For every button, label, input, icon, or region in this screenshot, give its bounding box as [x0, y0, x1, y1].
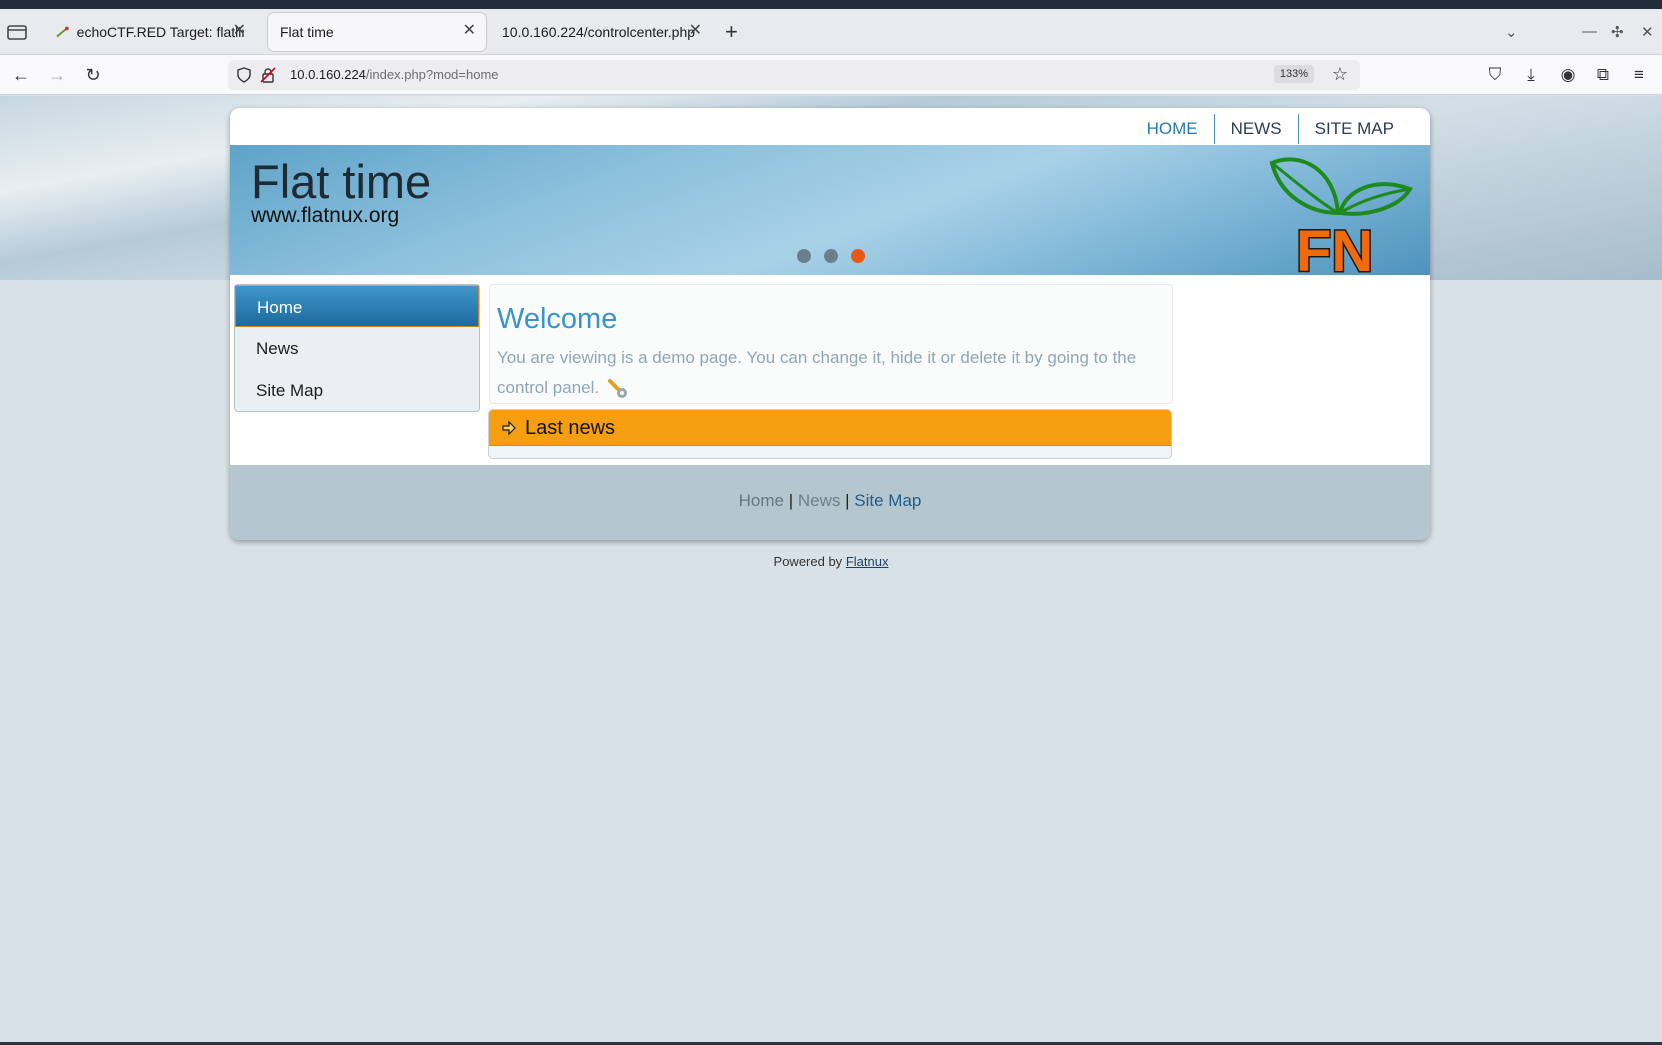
- last-news-header: Last news: [489, 410, 1171, 446]
- sidebar-menu: Home News Site Map: [234, 284, 480, 412]
- last-news-box: Last news: [488, 409, 1172, 459]
- os-top-bar: [0, 0, 1662, 9]
- url-host: 10.0.160.224: [290, 67, 366, 82]
- flatnux-link[interactable]: Flatnux: [846, 554, 889, 569]
- footer-links: Home | News | Site Map: [230, 465, 1430, 511]
- slider-dots: [797, 249, 865, 263]
- footer-link-site-map[interactable]: Site Map: [854, 491, 921, 510]
- pocket-icon[interactable]: ⛉: [1484, 64, 1506, 86]
- sidebar-item-news[interactable]: News: [235, 327, 479, 369]
- maximize-icon[interactable]: ✣: [1611, 23, 1624, 41]
- list-all-tabs-icon[interactable]: ⌄: [1505, 23, 1518, 41]
- top-nav-site-map[interactable]: SITE MAP: [1297, 114, 1410, 144]
- top-nav-home[interactable]: HOME: [1131, 114, 1214, 144]
- slider-dot[interactable]: [824, 249, 838, 263]
- tab-controlcenter[interactable]: 10.0.160.224/controlcenter.php ✕: [490, 13, 712, 51]
- zoom-level-badge[interactable]: 133%: [1273, 65, 1314, 83]
- new-tab-icon[interactable]: +: [725, 21, 738, 43]
- menu-icon[interactable]: ≡: [1628, 64, 1650, 86]
- footer-separator: |: [788, 491, 798, 510]
- powered-by-label: Powered by: [773, 554, 843, 569]
- site-footer: Home | News | Site Map: [230, 465, 1430, 540]
- flatnux-logo-icon: FN: [1269, 157, 1413, 273]
- extensions-icon[interactable]: ⧉: [1592, 64, 1614, 86]
- web-page: HOME NEWS SITE MAP Flat time www.flatnux…: [0, 96, 1662, 1045]
- close-tab-icon[interactable]: ✕: [233, 23, 246, 39]
- forward-icon[interactable]: →: [46, 64, 68, 86]
- reload-icon[interactable]: ↻: [82, 64, 104, 86]
- last-news-title: Last news: [525, 417, 616, 439]
- url-text: 10.0.160.224/index.php?mod=home: [290, 67, 499, 82]
- sidebar-item-site-map[interactable]: Site Map: [235, 369, 479, 411]
- echoctf-favicon-icon: [56, 26, 69, 38]
- footer-link-news[interactable]: News: [798, 491, 841, 510]
- site-title: Flat time: [251, 155, 432, 208]
- site-subtitle: www.flatnux.org: [251, 204, 400, 227]
- downloads-icon[interactable]: ⤓: [1520, 64, 1542, 86]
- insecure-lock-icon[interactable]: [260, 67, 276, 83]
- slider-dot-active[interactable]: [851, 249, 865, 263]
- sidebar-item-home[interactable]: Home: [235, 285, 479, 327]
- tab-flat-time[interactable]: Flat time ✕: [268, 13, 486, 51]
- firefox-view-icon[interactable]: [6, 22, 28, 42]
- close-tab-icon[interactable]: ✕: [689, 23, 702, 39]
- account-icon[interactable]: ◉: [1557, 64, 1579, 86]
- tab-title: 10.0.160.224/controlcenter.php: [502, 24, 696, 40]
- welcome-text: You are viewing is a demo page. You can …: [497, 348, 1137, 397]
- welcome-box: Welcome You are viewing is a demo page. …: [489, 284, 1173, 404]
- tab-echoctf[interactable]: echoCTF.RED Target: flatliner ✕: [44, 13, 256, 51]
- logo-text: FN: [1296, 219, 1373, 273]
- top-nav-news[interactable]: NEWS: [1213, 114, 1298, 144]
- top-navigation: HOME NEWS SITE MAP: [1131, 114, 1410, 144]
- footer-link-home[interactable]: Home: [739, 491, 784, 510]
- browser-tab-bar: echoCTF.RED Target: flatliner ✕ Flat tim…: [0, 9, 1662, 55]
- minimize-icon[interactable]: —: [1582, 23, 1597, 40]
- site-container: HOME NEWS SITE MAP Flat time www.flatnux…: [230, 108, 1430, 540]
- tracking-shield-icon[interactable]: [236, 67, 252, 83]
- url-bar[interactable]: 10.0.160.224/index.php?mod=home 133% ☆: [228, 60, 1360, 90]
- browser-nav-bar: ← → ↻ 10.0.160.224/index.php?mod=home 13…: [0, 55, 1662, 95]
- footer-separator: |: [845, 491, 855, 510]
- bookmark-star-icon[interactable]: ☆: [1332, 64, 1348, 85]
- back-icon[interactable]: ←: [10, 64, 32, 86]
- welcome-heading: Welcome: [497, 303, 618, 335]
- powered-by: Powered by Flatnux: [0, 554, 1662, 569]
- close-window-icon[interactable]: ✕: [1641, 23, 1654, 41]
- slider-dot[interactable]: [797, 249, 811, 263]
- wrench-icon[interactable]: [606, 378, 630, 400]
- tab-title: echoCTF.RED Target: flatliner: [76, 24, 244, 40]
- site-header-banner: Flat time www.flatnux.org FN: [230, 145, 1430, 275]
- arrow-right-icon: [502, 420, 516, 436]
- close-tab-icon[interactable]: ✕: [463, 23, 476, 39]
- url-path: /index.php?mod=home: [365, 67, 499, 82]
- welcome-text-block: You are viewing is a demo page. You can …: [497, 343, 1167, 403]
- tab-title: Flat time: [280, 24, 334, 40]
